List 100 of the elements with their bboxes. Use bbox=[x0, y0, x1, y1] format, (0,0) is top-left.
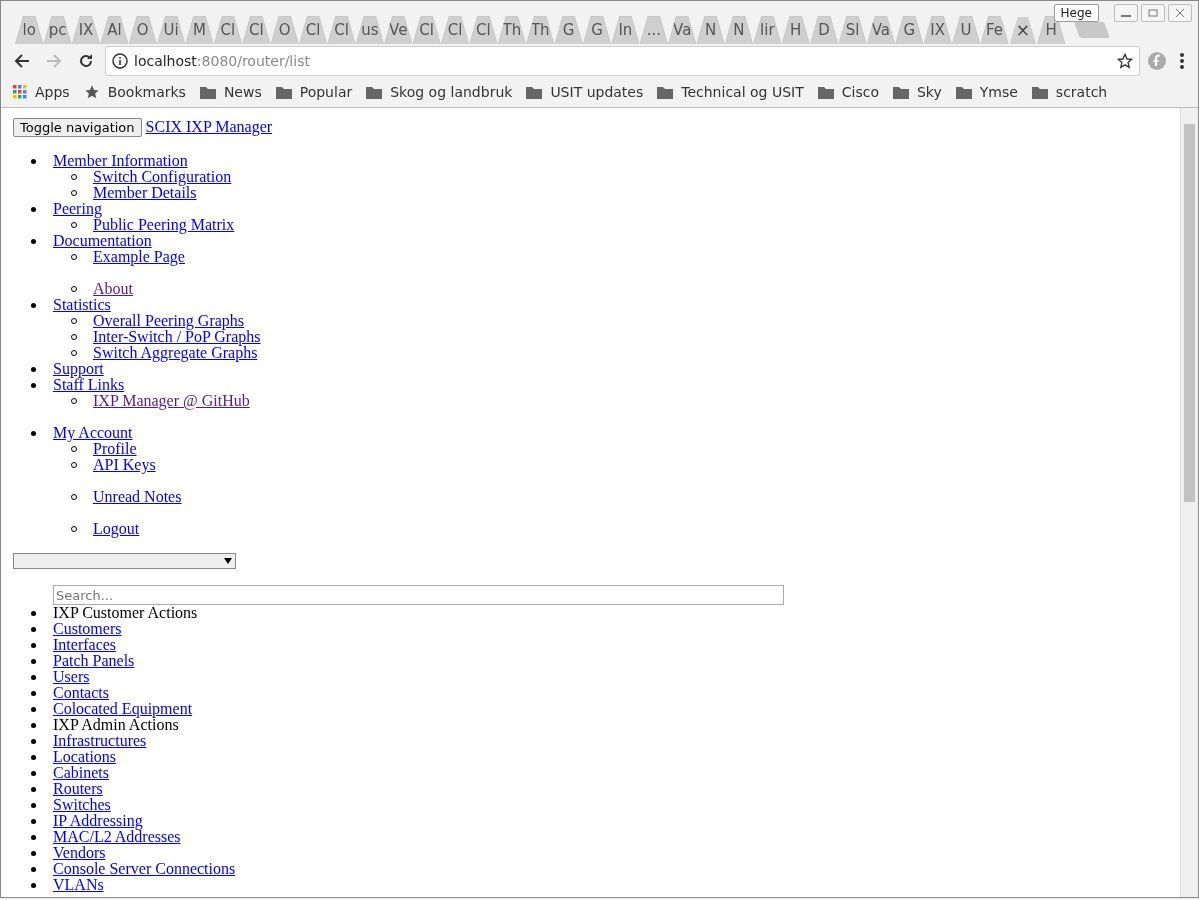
browser-tab[interactable]: Va bbox=[866, 16, 896, 44]
nav-link[interactable]: Peering bbox=[53, 201, 102, 217]
browser-tab[interactable]: IX bbox=[923, 16, 952, 44]
bookmark-link[interactable]: Popular bbox=[299, 84, 353, 100]
browser-tab[interactable]: Cl bbox=[298, 16, 328, 44]
nav-link[interactable]: Support bbox=[53, 361, 104, 377]
browser-tab[interactable]: O bbox=[128, 16, 157, 44]
extension-icon[interactable] bbox=[1146, 49, 1168, 72]
section-header: IXP Customer Actions bbox=[53, 605, 198, 621]
sidebar-link[interactable]: Vendors bbox=[53, 845, 106, 861]
browser-tab[interactable]: N bbox=[724, 16, 754, 44]
browser-tab[interactable]: H bbox=[781, 16, 810, 44]
browser-tab[interactable]: Fe bbox=[980, 16, 1009, 44]
minimize-button[interactable] bbox=[1114, 4, 1138, 22]
submenu-link[interactable]: Member Details bbox=[93, 185, 197, 201]
submenu-link[interactable]: Switch Configuration bbox=[93, 169, 232, 185]
browser-tab[interactable]: G bbox=[895, 16, 924, 44]
nav-link[interactable]: Staff Links bbox=[53, 377, 125, 393]
bookmark-link[interactable]: Ymse bbox=[979, 84, 1018, 100]
browser-tab[interactable]: ... bbox=[639, 16, 668, 44]
bookmark-link[interactable]: Sky bbox=[916, 84, 942, 100]
browser-tab[interactable]: M bbox=[185, 16, 214, 44]
submenu-link[interactable]: Switch Aggregate Graphs bbox=[93, 345, 258, 361]
bookmark-link[interactable]: Apps bbox=[35, 84, 70, 100]
browser-tab[interactable]: D bbox=[809, 16, 839, 44]
dropdown-select[interactable] bbox=[13, 553, 236, 569]
sidebar-link[interactable]: Routers bbox=[53, 781, 103, 797]
browser-tab[interactable]: Ui bbox=[156, 16, 186, 44]
sidebar-link[interactable]: Colocated Equipment bbox=[53, 701, 193, 717]
bullet-icon bbox=[31, 850, 36, 856]
search-field[interactable]: Search... bbox=[53, 585, 784, 605]
sidebar-link[interactable]: Switches bbox=[53, 797, 111, 813]
sidebar-link[interactable]: Customers bbox=[53, 621, 122, 637]
sidebar-link[interactable]: MAC/L2 Addresses bbox=[53, 829, 181, 845]
toggle-navigation-button[interactable]: Toggle navigation bbox=[13, 118, 142, 137]
browser-tab[interactable]: Cl bbox=[440, 16, 470, 44]
browser-tab[interactable]: × bbox=[1008, 16, 1038, 44]
browser-tab[interactable]: us bbox=[355, 16, 385, 44]
browser-tab[interactable]: Cl bbox=[412, 16, 441, 44]
bookmark-link[interactable]: Technical og USIT bbox=[681, 84, 804, 100]
bookmark-link[interactable]: USIT updates bbox=[550, 84, 644, 100]
sidebar-link[interactable]: IP Addressing bbox=[53, 813, 143, 829]
bookmark-link[interactable]: scratch bbox=[1055, 84, 1108, 100]
folder-icon bbox=[657, 85, 674, 99]
submenu-link[interactable]: IXP Manager @ GitHub bbox=[93, 393, 250, 409]
browser-tab[interactable]: Th bbox=[497, 16, 527, 44]
bookmark-link[interactable]: Skog og landbruk bbox=[390, 84, 513, 100]
browser-tab[interactable]: U bbox=[951, 16, 981, 44]
bookmark-link[interactable]: Bookmarks bbox=[107, 84, 186, 100]
brand-link[interactable]: SCIX IXP Manager bbox=[145, 118, 273, 135]
browser-tab[interactable]: lo bbox=[15, 16, 44, 44]
bullet-icon bbox=[31, 818, 36, 824]
browser-tab[interactable]: In bbox=[611, 16, 640, 44]
address-bar[interactable]: localhost:8080/router/list bbox=[105, 45, 1140, 76]
profile-name-button[interactable]: Hege bbox=[1053, 4, 1099, 22]
folder-icon bbox=[199, 85, 216, 99]
browser-tab[interactable]: Sl bbox=[838, 16, 867, 44]
submenu-link[interactable]: Logout bbox=[93, 521, 140, 537]
browser-tab[interactable]: Th bbox=[526, 16, 555, 44]
browser-tab[interactable]: lir bbox=[753, 16, 782, 44]
submenu-link[interactable]: Profile bbox=[93, 441, 137, 457]
submenu-link[interactable]: Inter-Switch / PoP Graphs bbox=[93, 329, 261, 345]
nav-link[interactable]: Statistics bbox=[53, 297, 111, 313]
browser-tab[interactable]: Cl bbox=[242, 16, 271, 44]
submenu-link[interactable]: Overall Peering Graphs bbox=[93, 313, 245, 329]
bookmark-link[interactable]: Cisco bbox=[841, 84, 879, 100]
browser-tab[interactable]: Cl bbox=[213, 16, 243, 44]
sidebar-link[interactable]: Interfaces bbox=[53, 637, 117, 653]
browser-tab[interactable]: Va bbox=[668, 16, 697, 44]
sidebar-link[interactable]: Cabinets bbox=[53, 765, 109, 781]
browser-tab[interactable]: Cl bbox=[327, 16, 356, 44]
star-icon[interactable] bbox=[1117, 52, 1133, 69]
submenu-link[interactable]: Example Page bbox=[93, 249, 185, 265]
browser-tab[interactable]: H bbox=[1037, 16, 1066, 44]
submenu-link[interactable]: API Keys bbox=[93, 457, 156, 473]
submenu-link[interactable]: About bbox=[93, 281, 133, 297]
browser-tab[interactable]: Cl bbox=[469, 16, 498, 44]
close-button[interactable] bbox=[1168, 4, 1192, 22]
sidebar-link[interactable]: Console Server Connections bbox=[53, 861, 236, 877]
bookmark-link[interactable]: News bbox=[223, 84, 262, 100]
browser-tab[interactable]: Ve bbox=[384, 16, 413, 44]
nav-link[interactable]: My Account bbox=[53, 425, 133, 441]
browser-tab[interactable]: N bbox=[696, 16, 725, 44]
scrollbar[interactable] bbox=[1180, 108, 1198, 897]
browser-tab[interactable]: pc bbox=[43, 16, 72, 44]
sidebar-link[interactable]: Users bbox=[53, 669, 90, 685]
sidebar-link[interactable]: VLANs bbox=[53, 877, 104, 893]
browser-tab[interactable]: Al bbox=[100, 16, 129, 44]
nav-link[interactable]: Documentation bbox=[53, 233, 152, 249]
browser-tab[interactable]: G bbox=[554, 16, 583, 44]
sidebar-link[interactable]: Contacts bbox=[53, 685, 109, 701]
nav-link[interactable]: Member Information bbox=[53, 153, 188, 169]
sidebar-link[interactable]: Locations bbox=[53, 749, 117, 765]
browser-tab[interactable]: G bbox=[582, 16, 612, 44]
browser-tab[interactable]: IX bbox=[71, 16, 101, 44]
browser-tab[interactable]: O bbox=[270, 16, 299, 44]
submenu-link[interactable]: Unread Notes bbox=[93, 489, 182, 505]
sidebar-link[interactable]: Infrastructures bbox=[53, 733, 147, 749]
submenu-link[interactable]: Public Peering Matrix bbox=[93, 217, 235, 233]
sidebar-link[interactable]: Patch Panels bbox=[53, 653, 135, 669]
